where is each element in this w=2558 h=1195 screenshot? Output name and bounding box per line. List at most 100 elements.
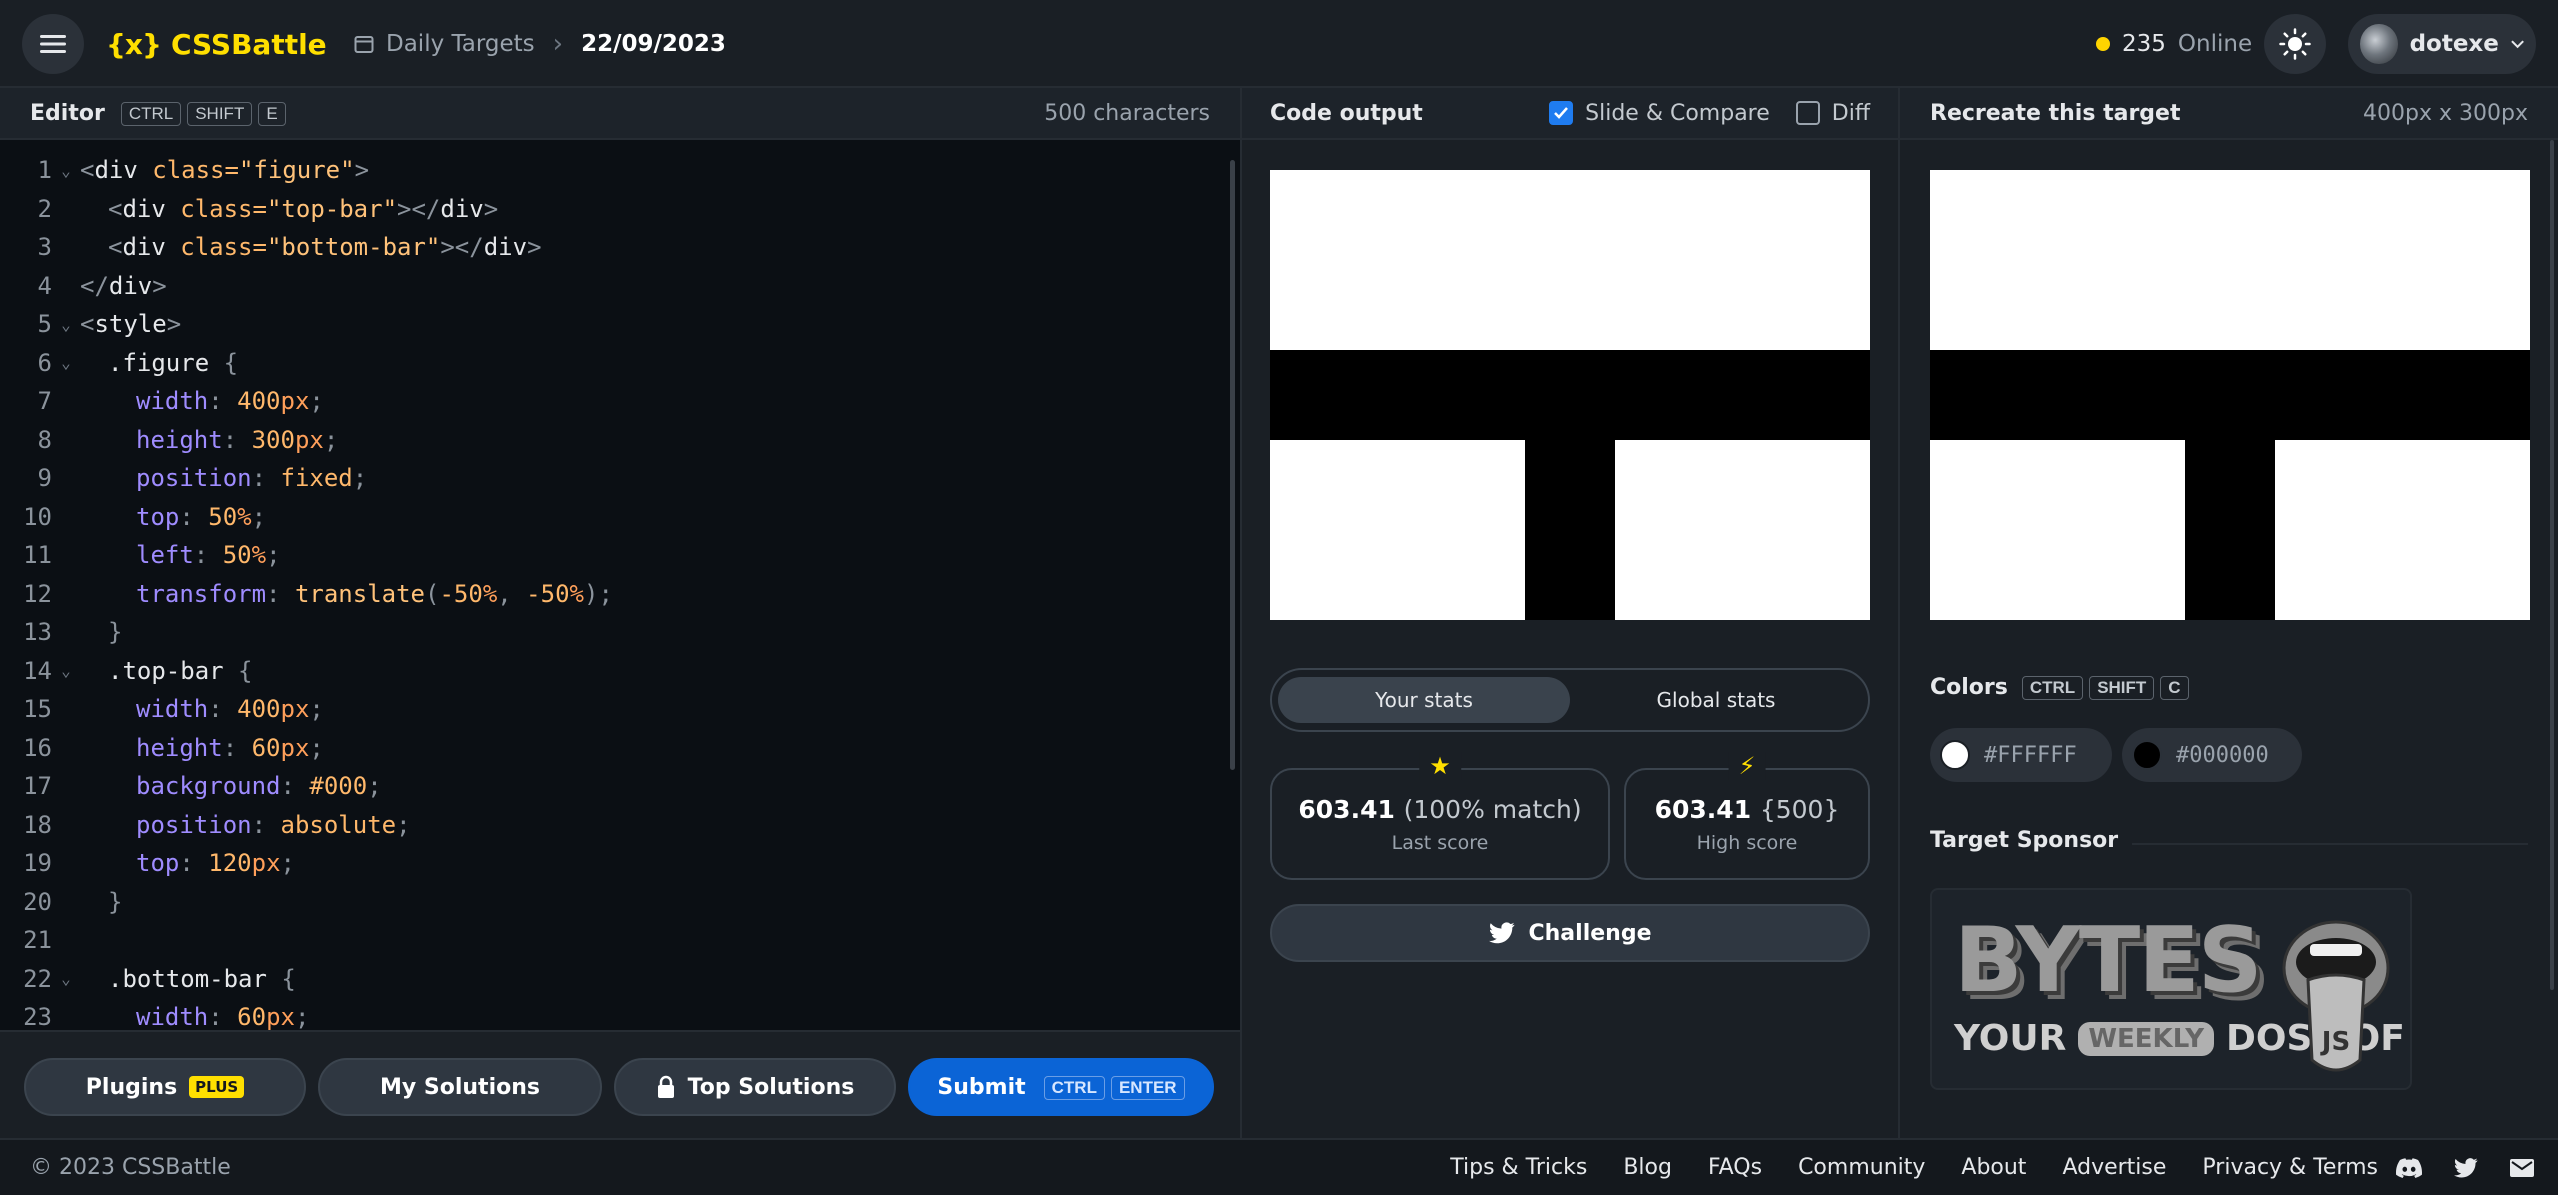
diff-toggle[interactable]: Diff: [1795, 101, 1870, 126]
code-line: 5 ⌄ < style >: [0, 305, 1240, 344]
editor-title: Editor: [30, 100, 105, 126]
token: fixed: [280, 464, 353, 493]
token: ;: [598, 579, 613, 608]
star-icon: ★: [1419, 752, 1461, 780]
last-score-match: (100% match): [1403, 794, 1582, 824]
editor-scrollbar[interactable]: [1230, 160, 1235, 770]
code-line: 22 ⌄ .bottom-bar {: [0, 960, 1240, 999]
tab-global-stats[interactable]: Global stats: [1570, 677, 1862, 723]
target-size: 400px x 300px: [2363, 100, 2528, 126]
token: 50: [222, 541, 252, 570]
token: width: [136, 1003, 209, 1030]
online-indicator: 235 Online: [2096, 22, 2252, 66]
cssbattle-logo[interactable]: {x} CSSBattle: [106, 22, 327, 66]
target-top-bar: [1930, 350, 2530, 440]
line-number: 20: [23, 887, 52, 916]
token: {: [223, 656, 253, 685]
slide-compare-checkbox[interactable]: [1549, 101, 1574, 125]
editor-header: Editor CTRL SHIFT E 500 characters: [0, 88, 1240, 140]
slide-compare-toggle[interactable]: Slide & Compare: [1549, 101, 1770, 126]
code-line: 4 </div >: [0, 267, 1240, 306]
code-output-panel: Your stats Global stats ★ 603.41 (100% m…: [1242, 140, 1898, 1138]
challenge-button[interactable]: Challenge: [1270, 904, 1870, 962]
stats-tabs: Your stats Global stats: [1270, 668, 1870, 732]
line-number: 6: [37, 348, 52, 377]
diff-checkbox[interactable]: [1795, 101, 1820, 125]
footer-link-faqs[interactable]: FAQs: [1708, 1155, 1762, 1180]
footer-link-privacy[interactable]: Privacy & Terms: [2202, 1155, 2378, 1180]
theme-toggle-button[interactable]: [2264, 14, 2326, 74]
token: transform: [136, 579, 267, 608]
fold-icon[interactable]: ⌄: [52, 353, 80, 372]
tab-your-stats[interactable]: Your stats: [1278, 677, 1570, 723]
target-bottom-bar: [2185, 440, 2275, 620]
kbd-c: C: [2160, 676, 2189, 700]
token: <: [80, 156, 95, 185]
online-count: 235: [2122, 31, 2166, 57]
output-title: Code output: [1270, 100, 1423, 126]
color-swatch-white[interactable]: #FFFFFF: [1930, 728, 2112, 782]
footer-link-tips[interactable]: Tips & Tricks: [1450, 1155, 1587, 1180]
code-line: 10 top: 50%;: [0, 498, 1240, 537]
logo-text: CSSBattle: [170, 27, 327, 61]
token: <: [80, 310, 95, 339]
token: div: [122, 194, 166, 223]
code-line: 3 < div class= "bottom-bar" ></div >: [0, 228, 1240, 267]
footer-link-community[interactable]: Community: [1798, 1155, 1925, 1180]
fold-icon[interactable]: ⌄: [52, 315, 80, 334]
code-line: 19 top: 120 px;: [0, 844, 1240, 883]
high-score-card: ⚡ 603.41 {500} High score: [1624, 752, 1870, 880]
copyright: © 2023 CSSBattle: [30, 1155, 231, 1180]
token: div: [440, 194, 484, 223]
submit-button[interactable]: Submit CTRL ENTER: [908, 1058, 1214, 1116]
output-header: Code output Slide & Compare Diff: [1242, 88, 1898, 140]
user-menu-button[interactable]: dotexe: [2348, 14, 2536, 74]
line-number: 23: [23, 1003, 52, 1030]
token: position: [136, 810, 252, 839]
editor-footer: Plugins PLUS My Solutions Top Solutions …: [0, 1030, 1240, 1138]
fold-icon[interactable]: ⌄: [52, 661, 80, 680]
breadcrumb-daily-targets[interactable]: Daily Targets: [386, 31, 535, 57]
footer-link-about[interactable]: About: [1961, 1155, 2026, 1180]
color-swatch-black[interactable]: #000000: [2122, 728, 2302, 782]
submit-label: Submit: [937, 1074, 1026, 1100]
high-score: 603.41 {500}: [1655, 795, 1840, 824]
footer-link-blog[interactable]: Blog: [1623, 1155, 1672, 1180]
footer-link-advertise[interactable]: Advertise: [2062, 1155, 2166, 1180]
code-editor[interactable]: 1 ⌄ < div class= "figure" > 2 < div class= "to…: [0, 140, 1240, 1030]
token: .figure: [108, 348, 210, 377]
token: >: [354, 156, 370, 185]
sponsor-title: Target Sponsor: [1930, 828, 2133, 853]
token: div: [108, 271, 153, 300]
top-solutions-label: Top Solutions: [687, 1074, 855, 1100]
code-line: 23 width: 60 px;: [0, 998, 1240, 1030]
line-number: 9: [37, 464, 52, 493]
code-line: 16 height: 60 px;: [0, 729, 1240, 768]
token: 400: [237, 387, 281, 416]
page-scrollbar[interactable]: [2550, 140, 2554, 990]
mail-icon[interactable]: [2510, 1158, 2534, 1177]
kbd-enter: ENTER: [1110, 1076, 1185, 1100]
line-number: 16: [23, 733, 52, 762]
chevron-down-icon: [2511, 40, 2524, 49]
twitter-icon[interactable]: [2454, 1157, 2478, 1178]
code-line: 1 ⌄ < div class= "figure" >: [0, 151, 1240, 190]
my-solutions-button[interactable]: My Solutions: [318, 1058, 602, 1116]
fold-icon[interactable]: ⌄: [52, 161, 80, 180]
discord-icon[interactable]: [2396, 1157, 2422, 1178]
line-number: 19: [23, 849, 52, 878]
kbd-e: E: [258, 102, 286, 126]
token: px: [280, 695, 310, 724]
token: .bottom-bar: [108, 964, 267, 993]
token: ></: [397, 194, 441, 223]
token: ;: [396, 810, 411, 839]
menu-button[interactable]: [22, 14, 84, 74]
output-preview[interactable]: [1270, 170, 1870, 620]
line-number: 18: [23, 810, 52, 839]
token: >: [483, 194, 499, 223]
sponsor-banner[interactable]: BYTES YOUR WEEKLY DOSE OF JS: [1930, 888, 2412, 1090]
top-solutions-button[interactable]: Top Solutions: [614, 1058, 896, 1116]
plugins-button[interactable]: Plugins PLUS: [24, 1058, 306, 1116]
fold-icon[interactable]: ⌄: [52, 969, 80, 988]
target-panel: Colors CTRL SHIFT C #FFFFFF #000000 Target…: [1900, 140, 2558, 1138]
